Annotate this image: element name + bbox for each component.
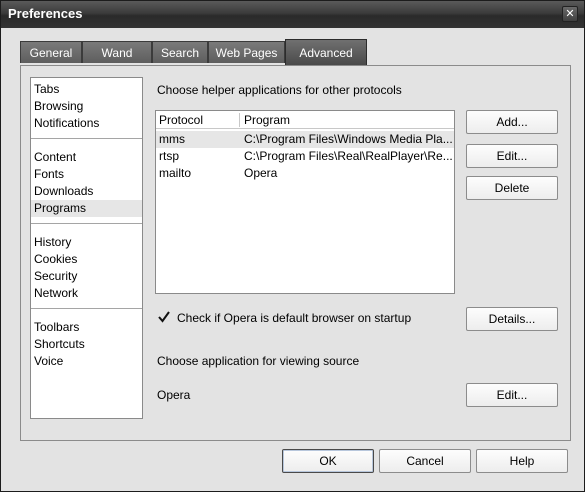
sidebar-item-tabs[interactable]: Tabs [31, 81, 142, 98]
source-heading: Choose application for viewing source [157, 354, 360, 368]
divider [31, 138, 142, 139]
sidebar-item-history[interactable]: History [31, 234, 142, 251]
details-button[interactable]: Details... [466, 307, 558, 331]
title-bar[interactable]: Preferences ✕ [1, 1, 584, 28]
help-button[interactable]: Help [476, 449, 568, 473]
sidebar-item-content[interactable]: Content [31, 149, 142, 166]
ok-button[interactable]: OK [282, 449, 374, 473]
window-title: Preferences [8, 6, 83, 21]
edit-source-button[interactable]: Edit... [466, 383, 558, 407]
cancel-button[interactable]: Cancel [379, 449, 471, 473]
sidebar-item-browsing[interactable]: Browsing [31, 98, 142, 115]
protocol-cell: mailto [159, 166, 192, 180]
protocols-heading: Choose helper applications for other pro… [157, 83, 402, 97]
delete-button[interactable]: Delete [466, 176, 558, 200]
preferences-window: Preferences ✕ General Wand Search Web Pa… [0, 0, 585, 492]
table-row[interactable]: mms C:\Program Files\Windows Media Pla..… [156, 131, 454, 148]
tab-search[interactable]: Search [152, 41, 208, 63]
sidebar-item-programs[interactable]: Programs [31, 200, 142, 217]
close-icon[interactable]: ✕ [562, 6, 578, 22]
sidebar-item-toolbars[interactable]: Toolbars [31, 319, 142, 336]
sidebar-item-network[interactable]: Network [31, 285, 142, 302]
program-cell: Opera [244, 166, 278, 180]
source-app-value: Opera [157, 388, 191, 402]
add-button[interactable]: Add... [466, 110, 558, 134]
protocol-table: Protocol Program mms C:\Program Files\Wi… [155, 110, 455, 294]
program-cell: C:\Program Files\Windows Media Pla... [244, 132, 453, 146]
edit-protocol-button[interactable]: Edit... [466, 144, 558, 168]
default-browser-check-label[interactable]: Check if Opera is default browser on sta… [177, 311, 411, 325]
sidebar-item-voice[interactable]: Voice [31, 353, 142, 370]
sidebar-item-cookies[interactable]: Cookies [31, 251, 142, 268]
checkmark-icon[interactable] [157, 310, 171, 324]
protocol-cell: mms [159, 132, 185, 146]
sidebar-item-downloads[interactable]: Downloads [31, 183, 142, 200]
sidebar-item-security[interactable]: Security [31, 268, 142, 285]
column-header-program[interactable]: Program [244, 111, 290, 129]
protocol-cell: rtsp [159, 149, 180, 163]
table-header: Protocol Program [156, 111, 454, 129]
sidebar-item-shortcuts[interactable]: Shortcuts [31, 336, 142, 353]
divider [31, 223, 142, 224]
sidebar-item-notifications[interactable]: Notifications [31, 115, 142, 132]
column-divider[interactable] [239, 113, 240, 127]
program-cell: C:\Program Files\Real\RealPlayer\Re... [244, 149, 453, 163]
tab-wand[interactable]: Wand [82, 41, 152, 63]
tab-advanced[interactable]: Advanced [285, 39, 367, 65]
advanced-panel: Tabs Browsing Notifications Content Font… [20, 65, 571, 441]
column-header-protocol[interactable]: Protocol [159, 111, 203, 129]
tab-general[interactable]: General [20, 41, 82, 63]
table-row[interactable]: mailto Opera [156, 165, 454, 182]
tab-web-pages[interactable]: Web Pages [208, 41, 285, 63]
table-row[interactable]: rtsp C:\Program Files\Real\RealPlayer\Re… [156, 148, 454, 165]
category-list: Tabs Browsing Notifications Content Font… [30, 77, 143, 419]
sidebar-item-fonts[interactable]: Fonts [31, 166, 142, 183]
divider [31, 308, 142, 309]
